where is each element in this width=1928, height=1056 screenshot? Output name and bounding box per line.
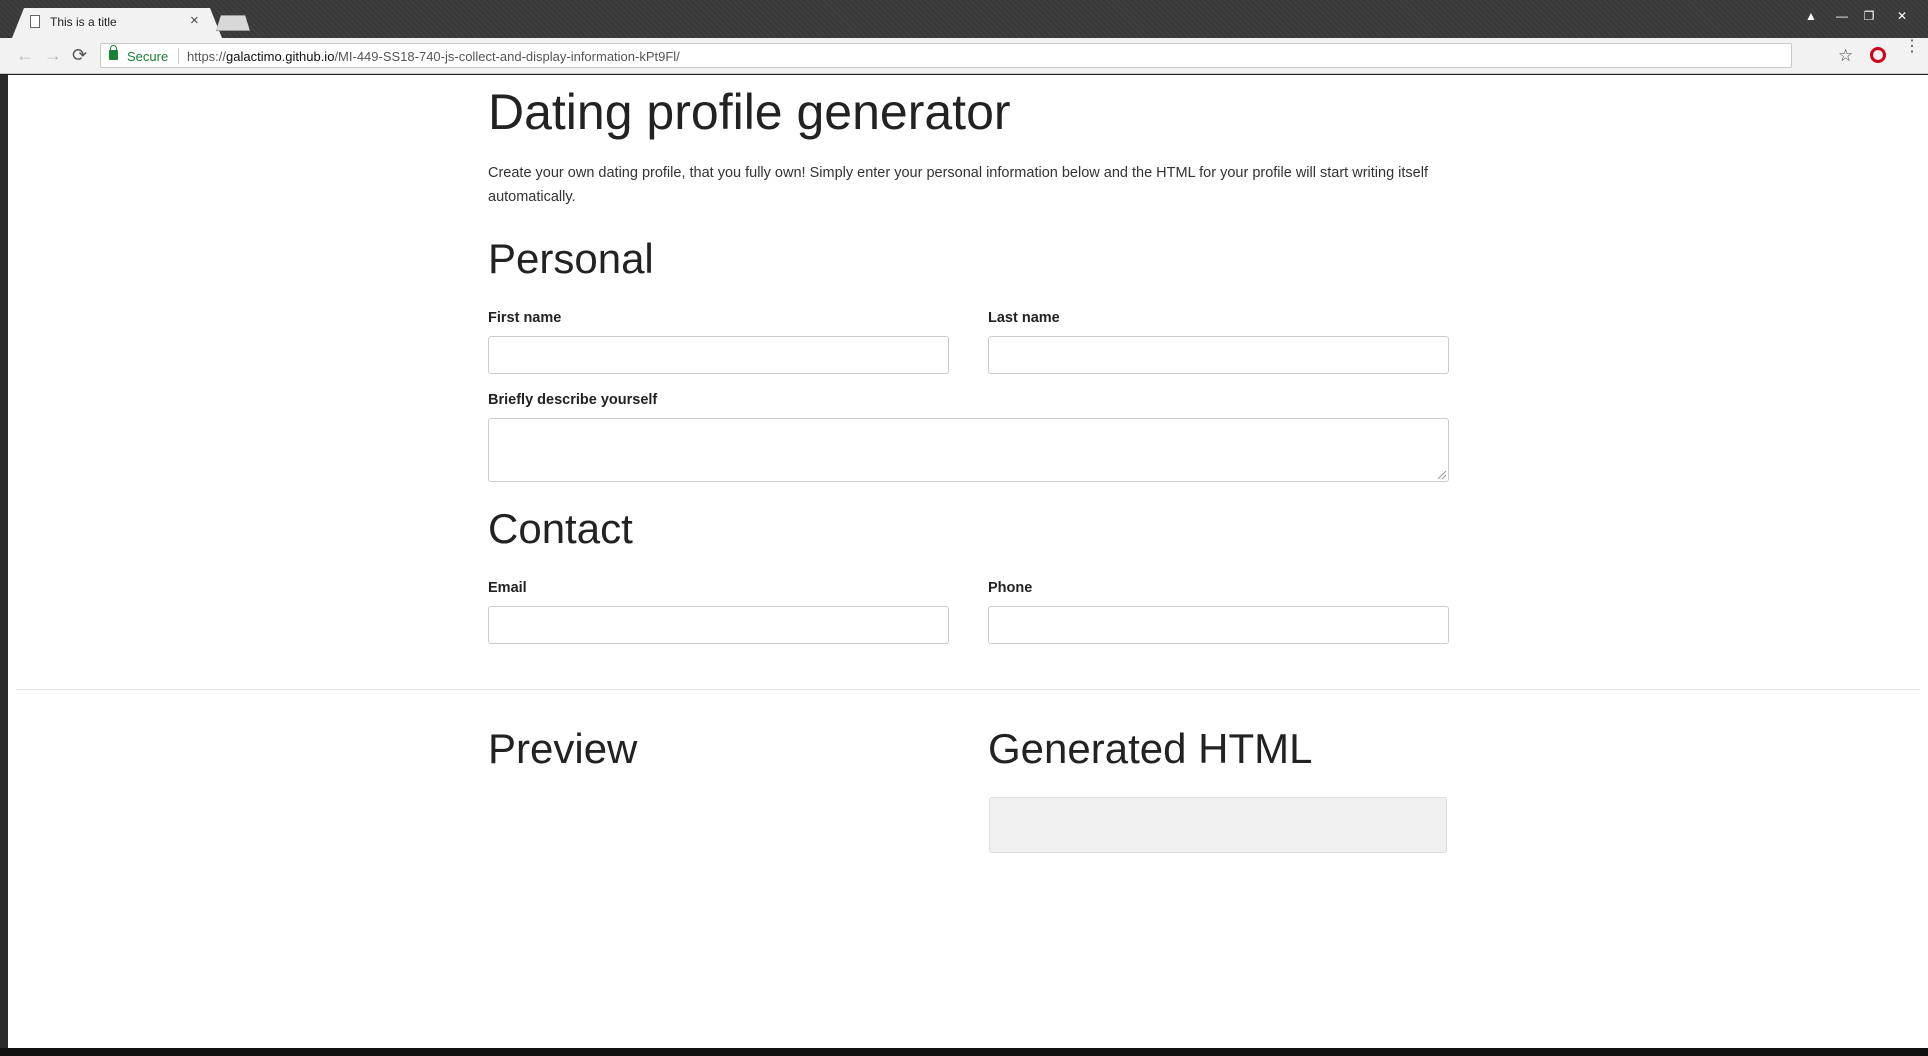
- email-label: Email: [488, 580, 527, 596]
- resize-grip-icon[interactable]: [1438, 471, 1446, 479]
- preview-heading: Preview: [488, 725, 638, 772]
- browser-window: This is a title × ▲ — ❐ ✕ ← → ⟳ Secure h…: [0, 0, 1928, 1056]
- bookmark-star-icon[interactable]: ☆: [1838, 46, 1853, 66]
- opera-extension-icon[interactable]: [1870, 47, 1886, 63]
- describe-textarea[interactable]: [488, 418, 1449, 482]
- browser-toolbar: ← → ⟳ Secure https://galactimo.github.io…: [0, 38, 1928, 74]
- address-bar[interactable]: Secure https://galactimo.github.io/MI-44…: [100, 43, 1792, 68]
- section-divider: [16, 689, 1920, 690]
- generated-html-code: [989, 797, 1447, 853]
- tab-title: This is a title: [50, 15, 117, 29]
- minimize-icon[interactable]: —: [1830, 8, 1854, 24]
- window-edge: [0, 75, 8, 1048]
- secure-label: Secure: [127, 49, 169, 64]
- first-name-label: First name: [488, 310, 562, 326]
- last-name-label: Last name: [988, 310, 1060, 326]
- describe-label: Briefly describe yourself: [488, 392, 658, 408]
- generated-html-heading: Generated HTML: [988, 725, 1313, 772]
- phone-label: Phone: [988, 580, 1033, 596]
- address-separator: [178, 48, 179, 64]
- url-scheme: https://: [187, 49, 227, 64]
- contact-heading: Contact: [488, 505, 633, 552]
- url-host: galactimo.github.io: [226, 49, 335, 64]
- url-path: /MI-449-SS18-740-js-collect-and-display-…: [334, 49, 680, 64]
- reload-icon[interactable]: ⟳: [72, 46, 87, 64]
- title-bar: This is a title × ▲ — ❐ ✕: [0, 0, 1928, 38]
- first-name-input[interactable]: [488, 336, 949, 374]
- page-icon: [30, 15, 40, 28]
- lock-icon: [109, 45, 118, 60]
- os-taskbar: [0, 1048, 1928, 1056]
- back-icon[interactable]: ←: [16, 46, 34, 64]
- restore-icon[interactable]: ❐: [1857, 8, 1881, 24]
- browser-menu-icon[interactable]: ⋮: [1904, 39, 1920, 55]
- url-text[interactable]: https://galactimo.github.io/MI-449-SS18-…: [187, 49, 680, 64]
- last-name-input[interactable]: [988, 336, 1449, 374]
- window-close-icon[interactable]: ✕: [1890, 8, 1914, 24]
- intro-text: Create your own dating profile, that you…: [488, 165, 1428, 205]
- page-title: Dating profile generator: [488, 84, 1011, 140]
- phone-input[interactable]: [988, 606, 1449, 644]
- new-tab-button[interactable]: [216, 15, 250, 31]
- forward-icon[interactable]: →: [44, 46, 62, 64]
- user-profile-icon[interactable]: ▲: [1799, 8, 1823, 24]
- page-viewport: Dating profile generator Create your own…: [8, 75, 1928, 1048]
- personal-heading: Personal: [488, 235, 654, 282]
- tab-close-icon[interactable]: ×: [190, 12, 199, 29]
- email-input[interactable]: [488, 606, 949, 644]
